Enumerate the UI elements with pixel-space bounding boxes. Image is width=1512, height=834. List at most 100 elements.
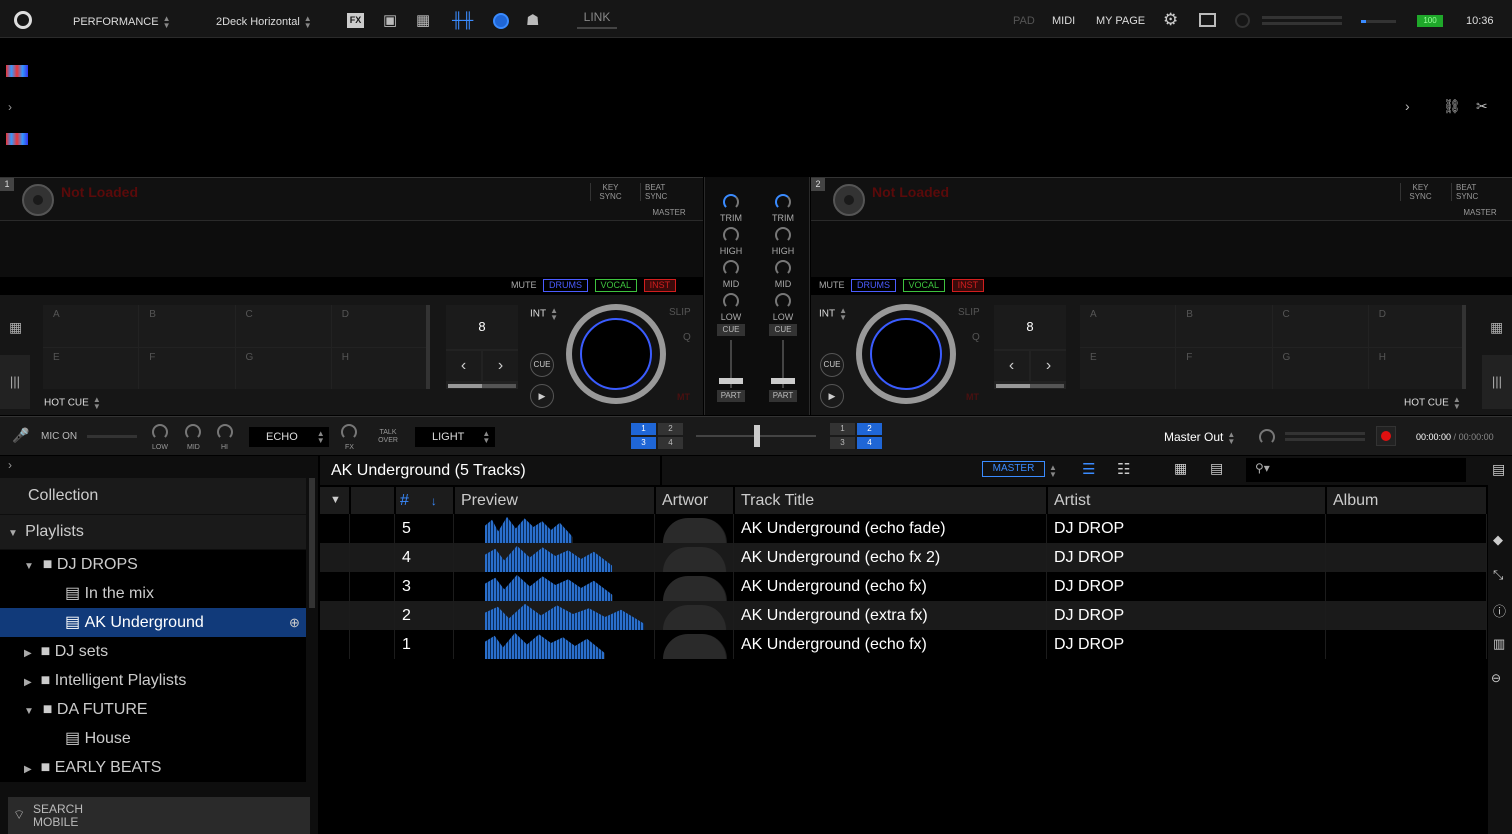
tree-folder-intelligent-playlists[interactable]: ▶ ■ Intelligent Playlists xyxy=(0,666,306,695)
mid-knob-1[interactable] xyxy=(723,260,739,276)
high-knob-1[interactable] xyxy=(723,227,739,243)
pad-c[interactable]: C xyxy=(235,305,331,347)
low-knob-1[interactable] xyxy=(723,293,739,309)
hot-cue-selector[interactable]: HOT CUE ▲ ▼ xyxy=(44,396,101,411)
fx-knob[interactable] xyxy=(341,424,357,440)
pad-e[interactable]: E xyxy=(1080,347,1176,389)
slip-button[interactable]: SLIP xyxy=(958,307,980,318)
user-icon[interactable]: ☗ xyxy=(526,11,539,29)
pad-a[interactable]: A xyxy=(43,305,139,347)
tree-playlist-in-the-mix[interactable]: ▤ In the mix xyxy=(0,579,306,608)
midi-button[interactable]: MIDI xyxy=(1052,15,1075,27)
pad-a[interactable]: A xyxy=(1080,305,1176,347)
pad-f[interactable]: F xyxy=(139,347,235,389)
part-button-2[interactable]: PART xyxy=(769,390,797,402)
trim-knob-1[interactable] xyxy=(723,194,739,210)
mixer-icon[interactable]: ╫╫ xyxy=(452,12,476,29)
detail-view-icon[interactable]: ☷ xyxy=(1117,460,1130,478)
tag-icon[interactable]: ◆ xyxy=(1493,532,1503,548)
beat-count[interactable]: 8 xyxy=(994,305,1066,349)
master-tempo-button[interactable]: MT xyxy=(677,392,690,402)
tree-playlist-house[interactable]: ▤ House xyxy=(0,724,306,753)
deck-2-toggle[interactable]: 2 xyxy=(857,423,882,435)
table-row[interactable]: 1 AK Underground (echo fx) DJ DROP xyxy=(320,630,1487,659)
vocal-button[interactable]: VOCAL xyxy=(902,279,946,292)
table-row[interactable]: 5 AK Underground (echo fade) DJ DROP xyxy=(320,514,1487,543)
deck-2-toggle[interactable]: 2 xyxy=(658,423,683,435)
pad-b[interactable]: B xyxy=(1176,305,1272,347)
part-button-1[interactable]: PART xyxy=(717,390,745,402)
mic-low-knob[interactable] xyxy=(152,424,168,440)
grid-icon[interactable]: ▦ xyxy=(1490,319,1503,336)
pad-g[interactable]: G xyxy=(235,347,331,389)
display-icon[interactable] xyxy=(1199,13,1216,27)
trim-knob-2[interactable] xyxy=(775,194,791,210)
link-button[interactable]: LINK xyxy=(577,10,617,29)
search-input[interactable]: ⚲▾ xyxy=(1246,458,1466,482)
waveform-preview[interactable] xyxy=(485,516,573,543)
beat-count[interactable]: 8 xyxy=(446,305,518,349)
loop-next-button[interactable]: › xyxy=(483,351,518,381)
tree-folder-early-beats[interactable]: ▶ ■ EARLY BEATS xyxy=(0,753,306,782)
quantize-button[interactable]: Q xyxy=(683,332,691,343)
link-icon[interactable]: ⛓ xyxy=(1443,98,1461,115)
deck-3-toggle[interactable]: 3 xyxy=(631,437,656,449)
int-selector[interactable]: INT ▲ ▼ xyxy=(819,307,847,322)
deck-1-toggle[interactable]: 1 xyxy=(631,423,656,435)
deck-3-toggle[interactable]: 3 xyxy=(830,437,855,449)
deck-4-toggle[interactable]: 4 xyxy=(857,437,882,449)
deck-1-toggle[interactable]: 1 xyxy=(830,423,855,435)
sampler-icon[interactable]: ▣ xyxy=(383,11,397,29)
deck-4-toggle[interactable]: 4 xyxy=(658,437,683,449)
beat-sync-button[interactable]: BEAT SYNC xyxy=(640,183,670,201)
tree-folder-dj-drops[interactable]: ▼ ■ DJ DROPS xyxy=(0,550,306,579)
chevron-right-icon[interactable]: › xyxy=(8,458,12,472)
pad-c[interactable]: C xyxy=(1272,305,1368,347)
chevron-right-icon[interactable]: › xyxy=(8,100,12,114)
pad-g[interactable]: G xyxy=(1272,347,1368,389)
collection-item[interactable]: Collection xyxy=(0,478,306,514)
echo-selector[interactable]: ECHO ▲ ▼ xyxy=(249,427,329,447)
table-row[interactable]: 4 AK Underground (echo fx 2) DJ DROP xyxy=(320,543,1487,572)
master-out-selector[interactable]: Master Out ▲ ▼ xyxy=(1164,430,1235,445)
playlists-item[interactable]: ▼ Playlists xyxy=(0,515,306,549)
info-icon[interactable]: ⓘ xyxy=(1493,601,1506,620)
quantize-button[interactable]: Q xyxy=(972,332,980,343)
vocal-button[interactable]: VOCAL xyxy=(594,279,638,292)
waveform-preview[interactable] xyxy=(485,574,613,601)
talkover-button[interactable]: TALK OVER xyxy=(375,429,401,445)
pad-h[interactable]: H xyxy=(331,347,427,389)
waveform-preview[interactable] xyxy=(485,632,605,659)
column-number[interactable]: # ↓ xyxy=(396,487,454,514)
cue-button[interactable]: CUE xyxy=(530,353,554,377)
play-icon[interactable]: ▶ xyxy=(530,384,554,408)
inst-button[interactable]: INST xyxy=(643,279,677,292)
pad-scrollbar[interactable] xyxy=(1462,305,1466,389)
play-icon[interactable]: ▶ xyxy=(820,384,844,408)
column-artist[interactable]: Artist xyxy=(1048,487,1326,514)
master-filter-button[interactable]: MASTER xyxy=(982,461,1045,477)
drums-button[interactable]: DRUMS xyxy=(543,279,589,292)
beat-sync-button[interactable]: BEAT SYNC xyxy=(1451,183,1481,201)
jog-wheel[interactable] xyxy=(856,304,956,404)
mic-mid-knob[interactable] xyxy=(185,424,201,440)
column-track-title[interactable]: Track Title xyxy=(735,487,1047,514)
updown-icon[interactable]: ▲ ▼ xyxy=(1049,462,1057,480)
master-tempo-button[interactable]: MT xyxy=(966,392,979,402)
mypage-button[interactable]: MY PAGE xyxy=(1096,15,1145,27)
pad-d[interactable]: D xyxy=(331,305,427,347)
column-album[interactable]: Album xyxy=(1327,487,1487,514)
cue-button-2[interactable]: CUE xyxy=(769,324,797,336)
light-selector[interactable]: LIGHT ▲ ▼ xyxy=(415,427,495,447)
cloud-link-icon[interactable]: ⊖ xyxy=(1491,671,1501,685)
cue-button[interactable]: CUE xyxy=(820,353,844,377)
waveform-icon[interactable]: ||| xyxy=(0,355,30,409)
mid-knob-2[interactable] xyxy=(775,260,791,276)
tree-playlist-ak-underground[interactable]: ▤ AK Underground ⊕ xyxy=(0,608,306,637)
master-button[interactable]: MASTER xyxy=(1457,208,1503,217)
high-knob-2[interactable] xyxy=(775,227,791,243)
pad-b[interactable]: B xyxy=(139,305,235,347)
slip-button[interactable]: SLIP xyxy=(669,307,691,318)
master-button[interactable]: MASTER xyxy=(646,208,692,217)
pad-scrollbar[interactable] xyxy=(426,305,430,389)
